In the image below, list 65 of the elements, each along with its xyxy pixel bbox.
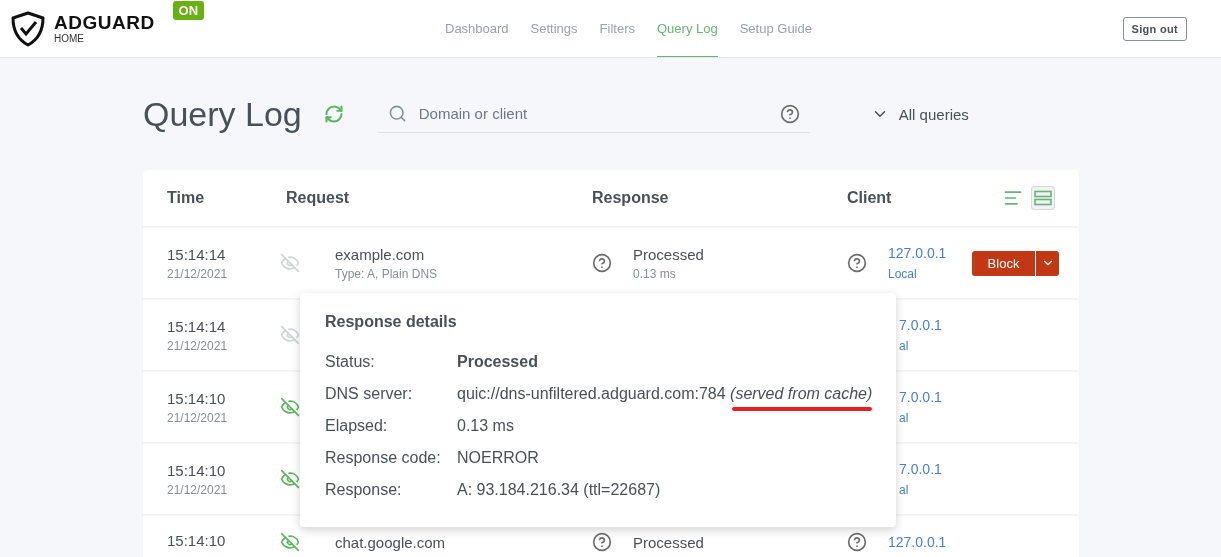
help-icon [847, 532, 867, 552]
client-name-link[interactable]: al [899, 411, 961, 425]
column-header: Time [167, 189, 206, 207]
logo-subtitle: HOME [54, 34, 85, 44]
column-header: Client [847, 189, 892, 207]
block-button[interactable]: Block [972, 250, 1035, 276]
client-ip-link[interactable]: 127.0.0.1 [888, 534, 950, 550]
status-badge: ON [172, 0, 205, 20]
query-time: 15:14:10 [167, 532, 227, 549]
query-time: 15:14:10 [167, 461, 227, 479]
rows-icon [1034, 190, 1052, 206]
nav-link[interactable]: Setup Guide [739, 0, 812, 57]
query-time: 15:14:14 [167, 245, 227, 263]
lines-icon [1003, 188, 1023, 208]
sign-out-button[interactable]: Sign out [1122, 16, 1187, 41]
help-icon [779, 103, 800, 124]
column-header: Response [592, 189, 670, 207]
detail-value: quic://dns-unfiltered.adguard.com:784 [457, 385, 726, 402]
query-filter-dropdown[interactable]: All queries [864, 104, 975, 124]
detail-label: Response: [325, 480, 403, 499]
query-date: 21/12/2021 [167, 482, 229, 497]
default-view-button[interactable] [1031, 186, 1055, 210]
detail-value: NOERROR [457, 449, 539, 466]
client-ip-link[interactable]: 7.0.0.1 [899, 317, 961, 333]
query-time: 15:14:10 [167, 389, 227, 407]
column-header: Request [286, 189, 351, 207]
search-field[interactable]: Domain or client [416, 104, 770, 123]
client-ip-link[interactable]: 127.0.0.1 [888, 245, 950, 261]
help-icon [592, 253, 612, 273]
query-time: 15:14:14 [167, 317, 227, 335]
detail-label: DNS server: [325, 384, 414, 403]
shield-check-icon [10, 10, 46, 47]
block-menu-button[interactable] [1035, 250, 1059, 276]
nav-link[interactable]: Settings [530, 0, 578, 57]
query-date: 21/12/2021 [167, 266, 229, 281]
response-elapsed: 0.13 ms [633, 266, 677, 281]
query-date: 21/12/2021 [167, 410, 229, 425]
client-name-link[interactable]: Local [888, 267, 950, 281]
help-icon [847, 253, 867, 273]
detail-value: Processed [457, 353, 538, 370]
request-domain: example.com [335, 245, 426, 263]
detail-label: Elapsed: [325, 416, 389, 435]
detail-value: 0.13 ms [457, 417, 514, 434]
request-type: Type: A, Plain DNS [335, 266, 438, 281]
request-domain: chat.google.com [335, 533, 446, 551]
search-icon [387, 104, 407, 123]
query-date: 21/12/2021 [167, 338, 229, 353]
response-status: Processed [633, 245, 704, 263]
response-status: Processed [633, 533, 704, 551]
client-ip-link[interactable]: 7.0.0.1 [899, 461, 961, 477]
detail-label: Status: [325, 352, 376, 371]
logo-title: ADGUARD [54, 13, 155, 32]
client-name-link[interactable]: al [899, 339, 961, 353]
nav-link[interactable]: Dashboard [445, 0, 509, 57]
client-name-link[interactable]: al [899, 483, 961, 497]
nav-link[interactable]: Filters [599, 0, 635, 57]
cache-note: (served from cache) [730, 384, 873, 403]
help-icon [592, 532, 612, 552]
page-title: Query Log [143, 94, 302, 134]
detail-value: A: 93.184.216.34 (ttl=22687) [457, 481, 661, 498]
popup-title: Response details [325, 313, 458, 331]
nav-link[interactable]: Query Log [657, 0, 718, 57]
client-ip-link[interactable]: 7.0.0.1 [899, 389, 961, 405]
refresh-icon[interactable] [323, 104, 344, 124]
detail-label: Response code: [325, 448, 442, 467]
